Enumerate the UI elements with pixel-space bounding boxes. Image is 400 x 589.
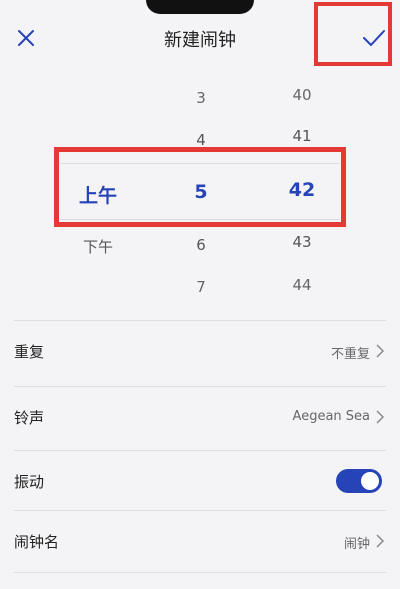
chevron-right-icon bbox=[376, 534, 385, 548]
minute-item[interactable]: 41 bbox=[252, 127, 352, 145]
alarm-name-label: 闹钟名 bbox=[14, 533, 60, 551]
ampm-item[interactable]: 下午 bbox=[48, 236, 148, 257]
ringtone-label: 铃声 bbox=[14, 409, 45, 427]
hour-item[interactable]: 7 bbox=[151, 278, 251, 296]
repeat-value: 不重复 bbox=[330, 347, 370, 362]
close-button[interactable] bbox=[12, 24, 40, 52]
repeat-label: 重复 bbox=[14, 343, 45, 361]
alarm-name-row[interactable]: 闹钟名 闹钟 bbox=[14, 510, 386, 570]
hour-item[interactable]: 3 bbox=[151, 89, 251, 107]
confirm-button[interactable] bbox=[358, 24, 390, 52]
list-bottom-divider bbox=[14, 572, 386, 573]
chevron-right-icon bbox=[376, 344, 385, 358]
ringtone-row[interactable]: 铃声 Aegean Sea bbox=[14, 386, 386, 446]
vibrate-toggle[interactable] bbox=[336, 469, 382, 493]
minute-item[interactable]: 43 bbox=[252, 233, 352, 251]
alarm-name-value: 闹钟 bbox=[343, 537, 370, 552]
repeat-row[interactable]: 重复 不重复 bbox=[14, 320, 386, 380]
minute-item[interactable]: 44 bbox=[252, 276, 352, 294]
top-bar: 新建闹钟 bbox=[0, 0, 400, 70]
chevron-right-icon bbox=[376, 410, 385, 424]
close-icon bbox=[18, 30, 34, 46]
minute-item[interactable]: 40 bbox=[252, 86, 352, 104]
toggle-knob bbox=[361, 472, 379, 490]
ringtone-value: Aegean Sea bbox=[292, 409, 370, 424]
checkmark-icon bbox=[363, 30, 385, 46]
hour-item[interactable]: 6 bbox=[151, 236, 251, 254]
vibrate-label: 振动 bbox=[14, 473, 45, 491]
selection-highlight-box bbox=[54, 147, 346, 227]
vibrate-row: 振动 bbox=[14, 450, 386, 510]
